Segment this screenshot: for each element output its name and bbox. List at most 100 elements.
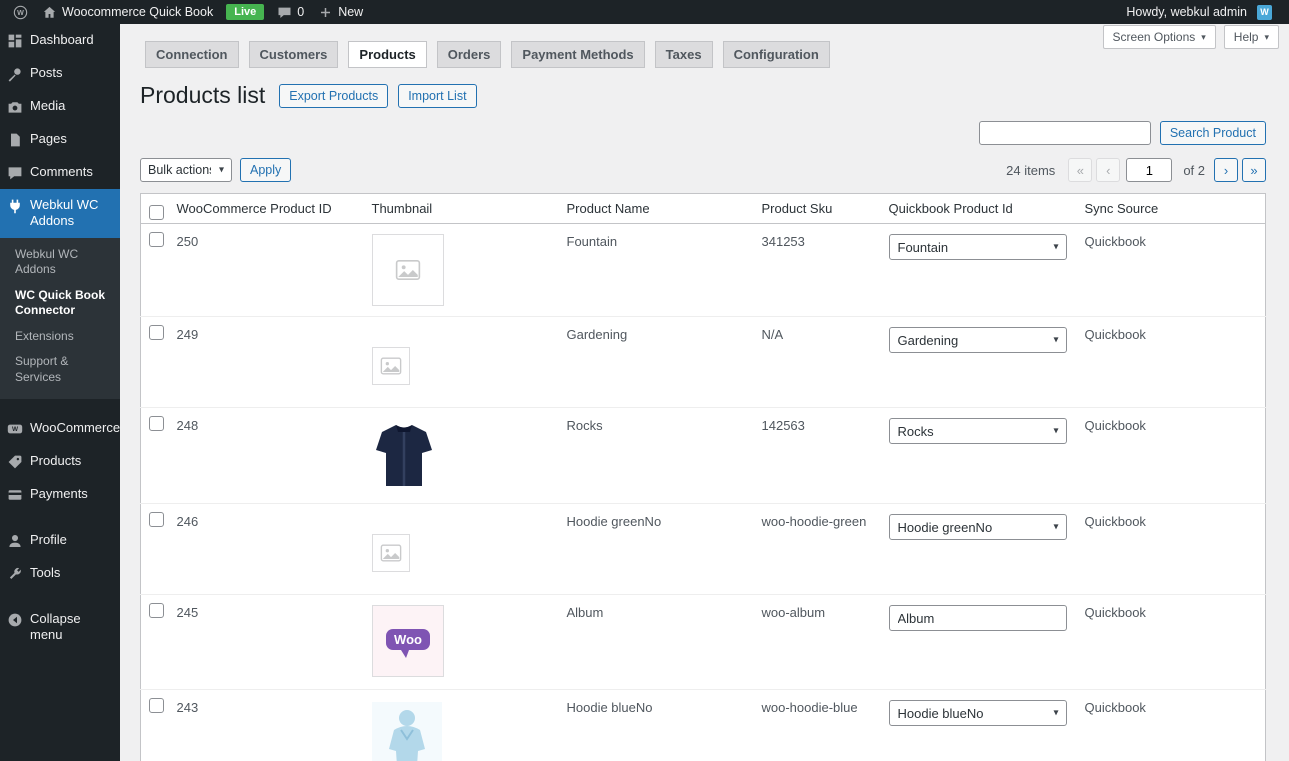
- sidebar-item-profile[interactable]: Profile: [0, 524, 120, 557]
- jacket-product-image: [372, 420, 436, 490]
- webkul-submenu: Webkul WC Addons WC Quick Book Connector…: [0, 237, 120, 399]
- sidebar-item-dashboard[interactable]: Dashboard: [0, 24, 120, 57]
- product-sku: woo-hoodie-blue: [751, 689, 879, 761]
- quickbook-product-select[interactable]: Gardening: [888, 327, 1067, 353]
- sidebar-item-products[interactable]: Products: [0, 445, 120, 478]
- import-list-button[interactable]: Import List: [398, 83, 477, 108]
- quickbook-product-cell: Gardening: [878, 316, 1075, 408]
- sidebar-item-comments[interactable]: Comments: [0, 156, 120, 189]
- screen-options-button[interactable]: Screen Options ▾: [1102, 25, 1216, 49]
- select-all-checkbox[interactable]: [149, 205, 164, 220]
- prev-page-button: ‹: [1096, 158, 1121, 182]
- wordpress-menu[interactable]: W: [6, 0, 35, 24]
- plus-icon: [321, 7, 331, 17]
- help-label: Help: [1233, 30, 1259, 44]
- bulk-actions-select[interactable]: Bulk actions: [140, 158, 232, 182]
- quickbook-product-cell: [878, 594, 1075, 690]
- plug-icon: [10, 199, 20, 214]
- quickbook-product-select[interactable]: Hoodie blueNo: [888, 700, 1067, 726]
- quickbook-product-cell: Rocks: [878, 407, 1075, 504]
- product-id: 245: [166, 594, 362, 690]
- row-checkbox[interactable]: [149, 232, 164, 247]
- row-checkbox[interactable]: [149, 512, 164, 527]
- admin-bar-left: W Woocommerce Quick Book Live 0 New: [6, 0, 370, 24]
- quickbook-product-select[interactable]: Fountain: [888, 234, 1067, 260]
- tab-customers[interactable]: Customers: [248, 41, 339, 68]
- column-sync-source: Sync Source: [1074, 193, 1266, 224]
- column-product-sku: Product Sku: [751, 193, 879, 224]
- sidebar-item-woocommerce[interactable]: W WooCommerce: [0, 412, 120, 445]
- tab-taxes[interactable]: Taxes: [654, 41, 713, 68]
- product-id: 249: [166, 316, 362, 408]
- comment-bubble-icon: [278, 7, 291, 18]
- sidebar-item-posts[interactable]: Posts: [0, 57, 120, 90]
- quickbook-product-input[interactable]: [888, 605, 1067, 631]
- wrench-icon: [9, 567, 21, 579]
- submenu-item-extensions[interactable]: Extensions: [0, 324, 120, 350]
- sidebar-item-label: Products: [30, 452, 82, 468]
- product-sku: woo-hoodie-green: [751, 503, 879, 595]
- sidebar-item-collapse-menu[interactable]: Collapse menu: [0, 603, 120, 652]
- bulk-actions-select-wrap: Bulk actions: [140, 158, 232, 182]
- sidebar-item-pages[interactable]: Pages: [0, 123, 120, 156]
- search-input[interactable]: [978, 121, 1151, 145]
- svg-text:Woo: Woo: [394, 632, 422, 647]
- tab-configuration[interactable]: Configuration: [722, 41, 830, 68]
- row-checkbox[interactable]: [149, 698, 164, 713]
- image-placeholder-icon: [371, 347, 410, 385]
- row-checkbox[interactable]: [149, 325, 164, 340]
- site-name-menu[interactable]: Woocommerce Quick Book: [35, 0, 220, 24]
- current-page-input[interactable]: [1126, 158, 1173, 182]
- table-row: 250 Fountain 341253 Fountain Quickbook: [140, 223, 1266, 317]
- page-heading-row: Products list Export Products Import Lis…: [140, 82, 1289, 109]
- items-count: 24 items: [1006, 162, 1056, 178]
- quickbook-product-select[interactable]: Rocks: [888, 418, 1067, 444]
- submenu-item-webkul-wc-addons[interactable]: Webkul WC Addons: [0, 242, 120, 283]
- home-icon: [43, 6, 56, 18]
- tab-payment-methods[interactable]: Payment Methods: [511, 41, 645, 68]
- submenu-item-support-services[interactable]: Support & Services: [0, 349, 120, 390]
- sidebar-item-webkul-wc-addons[interactable]: Webkul WC Addons: [0, 189, 120, 238]
- tab-products[interactable]: Products: [348, 41, 427, 68]
- next-page-button[interactable]: ›: [1214, 158, 1238, 182]
- quickbook-product-select-wrap: Fountain: [888, 234, 1067, 260]
- sidebar-item-label: Media: [30, 98, 66, 113]
- pin-icon: [8, 68, 21, 82]
- products-table-body: 250 Fountain 341253 Fountain Quickbook 2…: [140, 223, 1266, 761]
- product-name: Rocks: [556, 407, 752, 504]
- row-checkbox[interactable]: [149, 416, 164, 431]
- sidebar-item-label: Pages: [30, 131, 67, 146]
- help-button[interactable]: Help ▾: [1223, 25, 1279, 49]
- search-product-button[interactable]: Search Product: [1159, 121, 1266, 145]
- image-placeholder-icon: [371, 234, 444, 306]
- product-id: 248: [166, 407, 362, 504]
- new-content-menu[interactable]: New: [311, 0, 370, 24]
- sync-source: Quickbook: [1074, 407, 1266, 504]
- row-checkbox[interactable]: [149, 603, 164, 618]
- product-sku: woo-album: [751, 594, 879, 690]
- table-row: 248 Rocks 142563 Rocks Quickbook: [140, 407, 1266, 504]
- svg-text:W: W: [17, 9, 24, 17]
- quickbook-product-select[interactable]: Hoodie greenNo: [888, 514, 1067, 540]
- apply-button[interactable]: Apply: [240, 158, 292, 182]
- tab-orders[interactable]: Orders: [436, 41, 502, 68]
- submenu-item-wc-quick-book-connector[interactable]: WC Quick Book Connector: [0, 283, 120, 324]
- sidebar-item-label: WooCommerce: [30, 419, 121, 435]
- tag-icon: [8, 455, 22, 469]
- my-account-menu[interactable]: Howdy, webkul admin W: [1119, 0, 1279, 24]
- sync-source: Quickbook: [1074, 316, 1266, 408]
- sidebar-item-tools[interactable]: Tools: [0, 557, 120, 590]
- last-page-button[interactable]: »: [1242, 158, 1266, 182]
- sidebar-item-label: Posts: [30, 65, 63, 80]
- card-icon: [8, 489, 22, 500]
- sidebar-item-media[interactable]: Media: [0, 90, 120, 123]
- quickbook-product-select-wrap: Hoodie blueNo: [888, 700, 1067, 726]
- export-products-button[interactable]: Export Products: [279, 83, 389, 108]
- tab-connection[interactable]: Connection: [145, 41, 239, 68]
- product-name: Album: [556, 594, 752, 690]
- product-sku: 142563: [751, 407, 879, 504]
- comments-indicator[interactable]: 0: [270, 0, 311, 24]
- table-row: 249 Gardening N/A Gardening Quickbook: [140, 316, 1266, 408]
- sidebar-item-payments[interactable]: Payments: [0, 478, 120, 511]
- sidebar-item-label: Dashboard: [30, 32, 94, 47]
